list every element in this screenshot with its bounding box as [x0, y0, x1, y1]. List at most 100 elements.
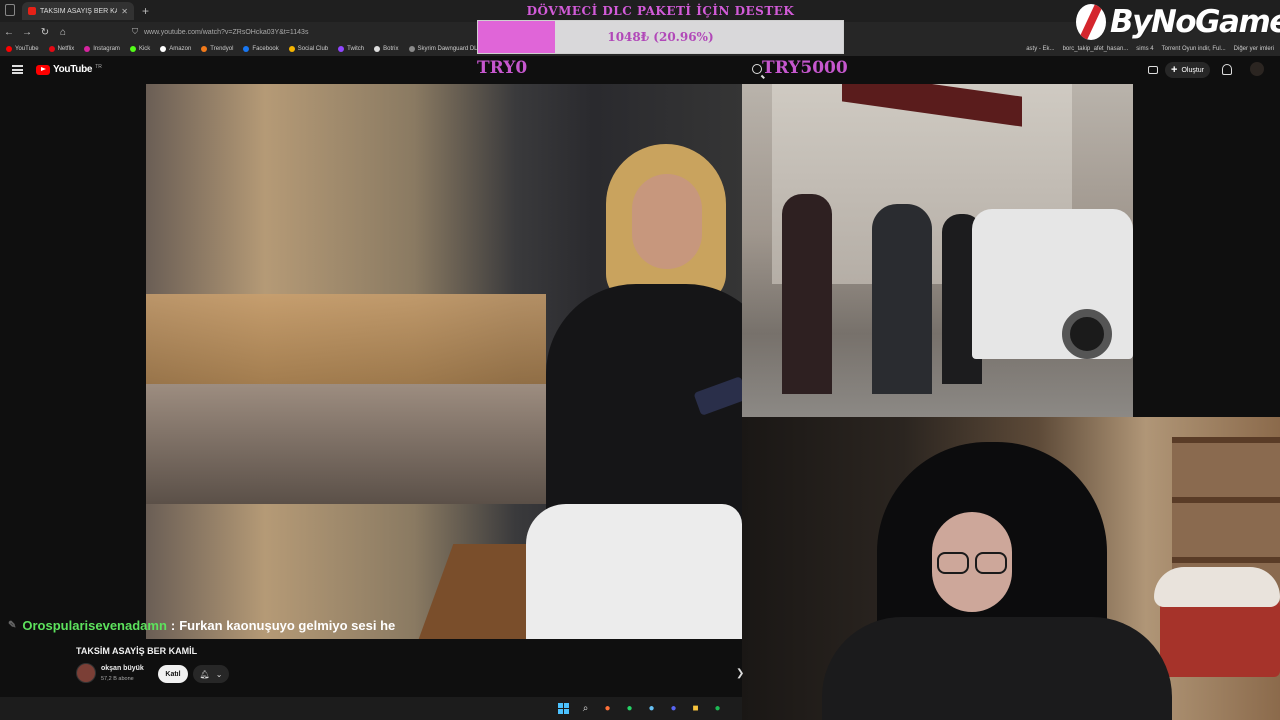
pedestrian [782, 194, 832, 394]
notifications-bell-icon[interactable] [1222, 64, 1232, 75]
subscription-bell-button[interactable]: 🔔︎ ⌄ [193, 665, 229, 683]
bookmark-favicon-icon [129, 46, 136, 52]
bookmark-favicon-icon [338, 46, 345, 52]
bookmark-item[interactable]: Trendyol [201, 46, 233, 52]
bookmark-item[interactable]: Diğer yer imleri [1234, 46, 1274, 52]
address-url: www.youtube.com/watch?v=ZRsOHcka03Y&t=11… [144, 28, 309, 36]
chat-text: Furkan kaonuşuyo gelmiyo sesi he [179, 617, 396, 633]
bookmark-favicon-icon [201, 46, 208, 52]
bookmark-item[interactable]: YouTube [6, 46, 39, 52]
donation-goal-min: TRY0 [477, 58, 528, 78]
site-info-icon[interactable]: ⛉ [132, 27, 138, 37]
bookmark-item[interactable]: sims 4 [1136, 46, 1153, 52]
channel-subscribers: 57,2 B abone [101, 676, 134, 682]
whatsapp-icon[interactable]: ● [623, 702, 636, 715]
browser-tab-active[interactable]: TAKSİM ASAYİŞ BER KAMİ ✕ [22, 2, 134, 20]
bookmark-label: YouTube [15, 46, 39, 52]
channel-avatar[interactable] [76, 663, 96, 683]
video-street-scene [742, 84, 1133, 417]
bell-icon: 🔔︎ [199, 669, 210, 679]
bookmark-item[interactable]: Netflix [48, 46, 74, 52]
close-tab-icon[interactable]: ✕ [121, 7, 128, 16]
bookmark-item[interactable]: Social Club [288, 46, 329, 52]
youtube-logo-text: YouTube [53, 64, 93, 75]
windows-icon[interactable] [557, 702, 570, 715]
bookmark-label: Amazon [169, 46, 192, 52]
spotify-icon[interactable]: ● [711, 702, 724, 715]
cast-icon[interactable] [1148, 66, 1158, 74]
bookmark-label: Kick [138, 46, 151, 52]
chat-message: ✎ Orospularisevenadamn : Furkan kaonuşuy… [8, 615, 395, 635]
bookmark-item[interactable]: Botrix [374, 46, 399, 52]
bookmark-item[interactable]: Skyrim Dawnguard DL... [408, 46, 483, 52]
firefox-icon[interactable]: ● [601, 702, 614, 715]
address-bar[interactable]: ⛉ www.youtube.com/watch?v=ZRsOHcka03Y&t=… [132, 24, 308, 40]
search-icon[interactable]: ⌕ [579, 702, 592, 715]
display-shelf [146, 384, 566, 504]
new-tab-icon[interactable]: + [142, 4, 149, 18]
chevron-down-icon: ⌄ [215, 669, 223, 679]
pedestrian [872, 204, 932, 394]
bookmark-favicon-icon [48, 46, 55, 52]
bookmark-favicon-icon [408, 46, 415, 52]
bookmark-label: Botrix [383, 46, 399, 52]
plus-icon: + [1171, 64, 1178, 76]
bynogame-logo-text: ByNoGame [1110, 4, 1280, 40]
chat-username: Orospularisevenadamn [22, 617, 167, 633]
forward-icon[interactable]: → [18, 27, 36, 38]
screen: TAKSİM ASAYİŞ BER KAMİ ✕ + ← → ↻ ⌂ ⛉ www… [0, 0, 1280, 720]
bynogame-mark-icon [1076, 4, 1106, 40]
expand-arrow-icon[interactable]: ❯ [736, 668, 744, 679]
bookmark-item[interactable]: asty - Ek... [1026, 46, 1054, 52]
donation-goal-widget: DÖVMECİ DLC PAKETİ İÇİN DESTEK 1048₺ (20… [477, 0, 844, 56]
van-wheel [1062, 309, 1112, 359]
reload-icon[interactable]: ↻ [36, 27, 54, 38]
bookmark-item[interactable]: borc_takip_afet_hasan... [1063, 46, 1129, 52]
bookmark-favicon-icon [243, 46, 250, 52]
bookmark-item[interactable]: Facebook [243, 46, 279, 52]
bookmark-favicon-icon [288, 46, 295, 52]
video-title: TAKSİM ASAYİŞ BER KAMİL [76, 646, 198, 656]
chat-badge-icon: ✎ [8, 619, 17, 631]
channel-name[interactable]: okşan büyük [101, 665, 144, 672]
bookmark-favicon-icon [160, 46, 167, 52]
menu-icon[interactable] [12, 65, 23, 74]
account-avatar[interactable] [1250, 62, 1264, 76]
create-button[interactable]: + Oluştur [1165, 62, 1210, 78]
video-player[interactable] [146, 84, 742, 639]
join-button[interactable]: Katıl [158, 665, 188, 683]
create-button-label: Oluştur [1181, 66, 1204, 74]
streamer-webcam [742, 417, 1280, 720]
discord-icon[interactable]: ● [667, 702, 680, 715]
steam-icon[interactable]: ● [645, 702, 658, 715]
bookmark-item[interactable]: Instagram [84, 46, 120, 52]
home-icon[interactable]: ⌂ [54, 27, 72, 38]
bookmark-label: Social Club [297, 46, 329, 52]
donation-progress-bar: 1048₺ (20.96%) [477, 20, 844, 54]
tab-menu-icon[interactable] [5, 4, 15, 16]
bookmark-item[interactable]: Kick [129, 46, 151, 52]
bookmarks-bar-right: asty - Ek... borc_takip_afet_hasan... sims… [1022, 42, 1274, 56]
youtube-logo[interactable]: YouTube TR [36, 64, 102, 75]
plastic-bag [526, 504, 742, 639]
youtube-play-icon [36, 64, 50, 75]
donation-progress-text: 1048₺ (20.96%) [607, 30, 714, 44]
youtube-favicon-icon [28, 7, 36, 15]
face [632, 174, 702, 269]
youtube-header: YouTube TR [0, 56, 1280, 84]
youtube-region: TR [95, 63, 102, 70]
search-icon[interactable] [752, 64, 762, 74]
chat-separator: : [170, 617, 176, 633]
bookmark-item[interactable]: Amazon [160, 46, 191, 52]
bookmark-label: Facebook [252, 46, 279, 52]
bookmark-item[interactable]: Twitch [338, 46, 364, 52]
pet-house-roof [1154, 567, 1280, 607]
bookmark-favicon-icon [84, 46, 91, 52]
bookmark-item[interactable]: Torrent Oyun indir, Ful... [1162, 46, 1226, 52]
windows-logo [558, 703, 569, 714]
back-icon[interactable]: ← [0, 27, 18, 38]
bynogame-logo: ByNoGame [1076, 0, 1280, 44]
bookmark-label: Skyrim Dawnguard DL... [417, 46, 483, 52]
folder-icon[interactable]: ■ [689, 702, 702, 715]
bakery-counter [146, 294, 546, 384]
